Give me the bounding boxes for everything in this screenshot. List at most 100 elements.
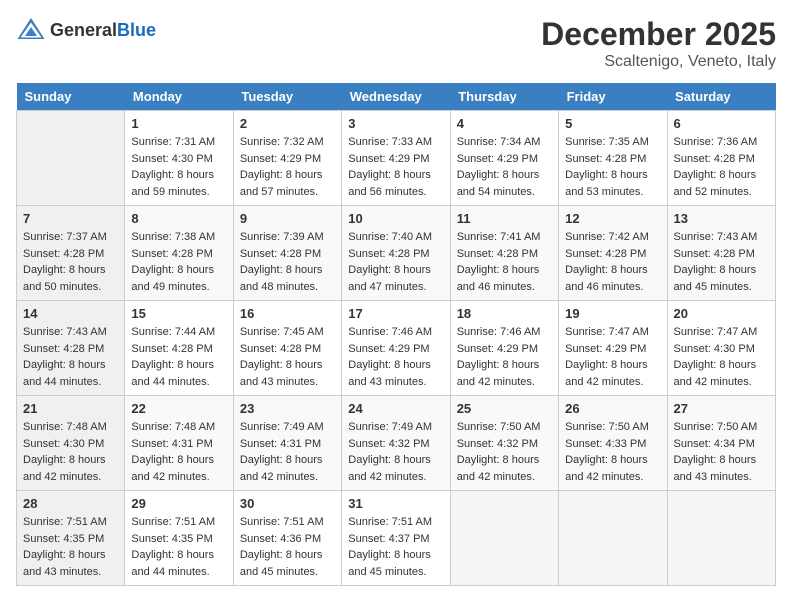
sunset: Sunset: 4:32 PM	[457, 436, 552, 453]
day-info: Sunrise: 7:41 AM Sunset: 4:28 PM Dayligh…	[457, 229, 552, 295]
day-number: 25	[457, 401, 552, 416]
calendar-cell: 11 Sunrise: 7:41 AM Sunset: 4:28 PM Dayl…	[450, 206, 558, 301]
logo-icon	[16, 16, 46, 44]
day-number: 19	[565, 306, 660, 321]
sunset: Sunset: 4:29 PM	[457, 151, 552, 168]
sunset: Sunset: 4:29 PM	[348, 151, 443, 168]
daylight: Daylight: 8 hours and 44 minutes.	[23, 357, 118, 390]
day-info: Sunrise: 7:49 AM Sunset: 4:31 PM Dayligh…	[240, 419, 335, 485]
sunrise: Sunrise: 7:34 AM	[457, 134, 552, 151]
day-number: 10	[348, 211, 443, 226]
sunrise: Sunrise: 7:49 AM	[240, 419, 335, 436]
calendar-cell	[17, 111, 125, 206]
sunrise: Sunrise: 7:39 AM	[240, 229, 335, 246]
calendar-cell: 27 Sunrise: 7:50 AM Sunset: 4:34 PM Dayl…	[667, 396, 775, 491]
sunset: Sunset: 4:28 PM	[457, 246, 552, 263]
calendar-header-monday: Monday	[125, 83, 233, 111]
daylight: Daylight: 8 hours and 45 minutes.	[240, 547, 335, 580]
calendar-header-saturday: Saturday	[667, 83, 775, 111]
calendar-week-row: 28 Sunrise: 7:51 AM Sunset: 4:35 PM Dayl…	[17, 491, 776, 586]
day-info: Sunrise: 7:35 AM Sunset: 4:28 PM Dayligh…	[565, 134, 660, 200]
day-info: Sunrise: 7:51 AM Sunset: 4:35 PM Dayligh…	[131, 514, 226, 580]
calendar-cell	[667, 491, 775, 586]
calendar-cell: 31 Sunrise: 7:51 AM Sunset: 4:37 PM Dayl…	[342, 491, 450, 586]
sunrise: Sunrise: 7:47 AM	[674, 324, 769, 341]
day-info: Sunrise: 7:47 AM Sunset: 4:30 PM Dayligh…	[674, 324, 769, 390]
sunset: Sunset: 4:30 PM	[674, 341, 769, 358]
day-number: 4	[457, 116, 552, 131]
calendar-cell: 1 Sunrise: 7:31 AM Sunset: 4:30 PM Dayli…	[125, 111, 233, 206]
sunrise: Sunrise: 7:51 AM	[131, 514, 226, 531]
sunset: Sunset: 4:30 PM	[23, 436, 118, 453]
calendar-week-row: 21 Sunrise: 7:48 AM Sunset: 4:30 PM Dayl…	[17, 396, 776, 491]
day-info: Sunrise: 7:48 AM Sunset: 4:30 PM Dayligh…	[23, 419, 118, 485]
day-info: Sunrise: 7:31 AM Sunset: 4:30 PM Dayligh…	[131, 134, 226, 200]
day-number: 21	[23, 401, 118, 416]
calendar-cell: 17 Sunrise: 7:46 AM Sunset: 4:29 PM Dayl…	[342, 301, 450, 396]
daylight: Daylight: 8 hours and 43 minutes.	[240, 357, 335, 390]
sunset: Sunset: 4:28 PM	[674, 151, 769, 168]
sunset: Sunset: 4:28 PM	[240, 341, 335, 358]
sunset: Sunset: 4:30 PM	[131, 151, 226, 168]
daylight: Daylight: 8 hours and 43 minutes.	[23, 547, 118, 580]
sunrise: Sunrise: 7:41 AM	[457, 229, 552, 246]
logo-general: General	[50, 20, 117, 40]
sunset: Sunset: 4:28 PM	[348, 246, 443, 263]
day-info: Sunrise: 7:43 AM Sunset: 4:28 PM Dayligh…	[674, 229, 769, 295]
sunset: Sunset: 4:28 PM	[131, 246, 226, 263]
day-info: Sunrise: 7:45 AM Sunset: 4:28 PM Dayligh…	[240, 324, 335, 390]
sunset: Sunset: 4:31 PM	[240, 436, 335, 453]
calendar-cell: 5 Sunrise: 7:35 AM Sunset: 4:28 PM Dayli…	[559, 111, 667, 206]
calendar-cell: 4 Sunrise: 7:34 AM Sunset: 4:29 PM Dayli…	[450, 111, 558, 206]
day-number: 17	[348, 306, 443, 321]
day-info: Sunrise: 7:44 AM Sunset: 4:28 PM Dayligh…	[131, 324, 226, 390]
calendar-week-row: 7 Sunrise: 7:37 AM Sunset: 4:28 PM Dayli…	[17, 206, 776, 301]
daylight: Daylight: 8 hours and 52 minutes.	[674, 167, 769, 200]
calendar-cell: 10 Sunrise: 7:40 AM Sunset: 4:28 PM Dayl…	[342, 206, 450, 301]
sunset: Sunset: 4:33 PM	[565, 436, 660, 453]
sunset: Sunset: 4:35 PM	[131, 531, 226, 548]
day-number: 7	[23, 211, 118, 226]
day-number: 23	[240, 401, 335, 416]
calendar-header-wednesday: Wednesday	[342, 83, 450, 111]
day-info: Sunrise: 7:32 AM Sunset: 4:29 PM Dayligh…	[240, 134, 335, 200]
calendar-cell: 14 Sunrise: 7:43 AM Sunset: 4:28 PM Dayl…	[17, 301, 125, 396]
day-info: Sunrise: 7:50 AM Sunset: 4:34 PM Dayligh…	[674, 419, 769, 485]
daylight: Daylight: 8 hours and 45 minutes.	[348, 547, 443, 580]
month-title: December 2025	[541, 16, 776, 53]
day-number: 18	[457, 306, 552, 321]
calendar-cell: 3 Sunrise: 7:33 AM Sunset: 4:29 PM Dayli…	[342, 111, 450, 206]
sunrise: Sunrise: 7:46 AM	[348, 324, 443, 341]
day-info: Sunrise: 7:36 AM Sunset: 4:28 PM Dayligh…	[674, 134, 769, 200]
calendar-cell: 30 Sunrise: 7:51 AM Sunset: 4:36 PM Dayl…	[233, 491, 341, 586]
sunset: Sunset: 4:34 PM	[674, 436, 769, 453]
calendar-cell: 2 Sunrise: 7:32 AM Sunset: 4:29 PM Dayli…	[233, 111, 341, 206]
daylight: Daylight: 8 hours and 47 minutes.	[348, 262, 443, 295]
sunset: Sunset: 4:31 PM	[131, 436, 226, 453]
day-number: 3	[348, 116, 443, 131]
sunrise: Sunrise: 7:44 AM	[131, 324, 226, 341]
calendar-header-friday: Friday	[559, 83, 667, 111]
calendar-cell: 13 Sunrise: 7:43 AM Sunset: 4:28 PM Dayl…	[667, 206, 775, 301]
calendar-cell: 18 Sunrise: 7:46 AM Sunset: 4:29 PM Dayl…	[450, 301, 558, 396]
day-info: Sunrise: 7:38 AM Sunset: 4:28 PM Dayligh…	[131, 229, 226, 295]
calendar-cell: 24 Sunrise: 7:49 AM Sunset: 4:32 PM Dayl…	[342, 396, 450, 491]
calendar-cell: 22 Sunrise: 7:48 AM Sunset: 4:31 PM Dayl…	[125, 396, 233, 491]
calendar-cell	[450, 491, 558, 586]
sunrise: Sunrise: 7:43 AM	[23, 324, 118, 341]
day-number: 26	[565, 401, 660, 416]
calendar-cell: 15 Sunrise: 7:44 AM Sunset: 4:28 PM Dayl…	[125, 301, 233, 396]
day-number: 9	[240, 211, 335, 226]
sunrise: Sunrise: 7:40 AM	[348, 229, 443, 246]
day-number: 5	[565, 116, 660, 131]
day-number: 28	[23, 496, 118, 511]
sunset: Sunset: 4:29 PM	[565, 341, 660, 358]
sunrise: Sunrise: 7:36 AM	[674, 134, 769, 151]
calendar-cell: 9 Sunrise: 7:39 AM Sunset: 4:28 PM Dayli…	[233, 206, 341, 301]
calendar-cell: 26 Sunrise: 7:50 AM Sunset: 4:33 PM Dayl…	[559, 396, 667, 491]
daylight: Daylight: 8 hours and 43 minutes.	[348, 357, 443, 390]
calendar-header-tuesday: Tuesday	[233, 83, 341, 111]
calendar-cell: 21 Sunrise: 7:48 AM Sunset: 4:30 PM Dayl…	[17, 396, 125, 491]
day-info: Sunrise: 7:51 AM Sunset: 4:35 PM Dayligh…	[23, 514, 118, 580]
daylight: Daylight: 8 hours and 57 minutes.	[240, 167, 335, 200]
